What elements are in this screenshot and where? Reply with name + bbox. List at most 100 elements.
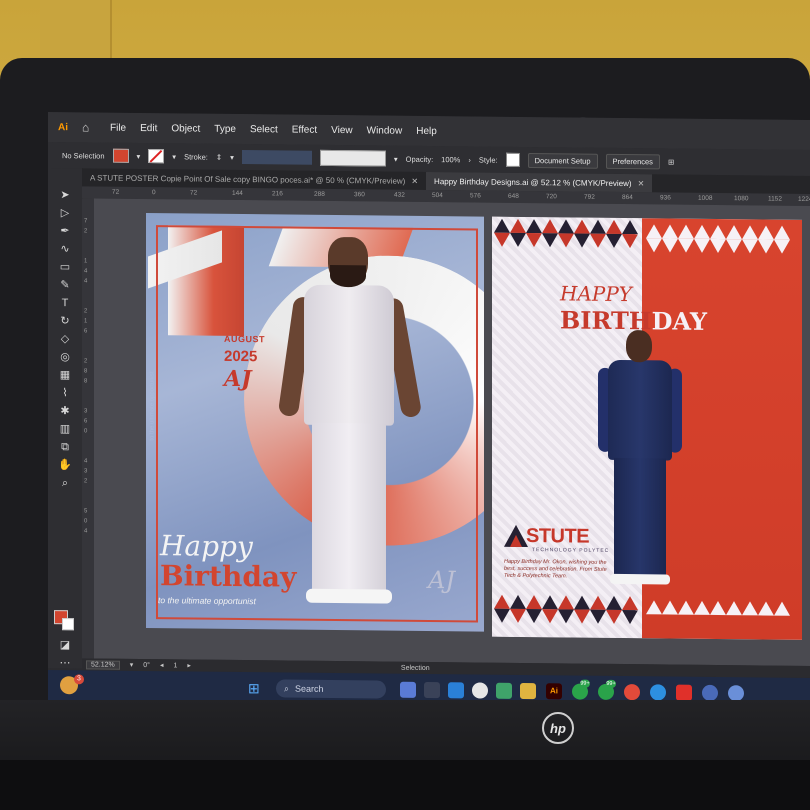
type-tool-icon[interactable]: T bbox=[57, 296, 73, 310]
stroke-swatch[interactable] bbox=[62, 618, 74, 631]
triangle bbox=[542, 233, 558, 248]
artboard-tool-icon[interactable]: ⧉ bbox=[57, 440, 73, 454]
rotate-view-field[interactable]: 0° bbox=[143, 661, 150, 668]
notification-badge: 99+ bbox=[606, 679, 616, 688]
artboard-number-field[interactable]: 1 bbox=[173, 662, 177, 669]
symbol-sprayer-tool-icon[interactable]: ✱ bbox=[57, 404, 73, 418]
notification-badge: 99+ bbox=[580, 679, 590, 688]
ruler-label: 1 bbox=[84, 318, 88, 325]
triangle bbox=[742, 239, 758, 254]
chevron-down-icon[interactable]: ▾ bbox=[172, 152, 176, 161]
vscode-app-icon[interactable] bbox=[448, 682, 464, 699]
opacity-label[interactable]: Opacity: bbox=[406, 154, 434, 163]
github-app-icon[interactable] bbox=[472, 682, 488, 699]
fill-color-swatch[interactable] bbox=[112, 148, 129, 163]
photos-app-icon[interactable] bbox=[400, 681, 416, 698]
eyedropper-tool-icon[interactable]: ⌇ bbox=[57, 386, 73, 400]
artboard-next-icon[interactable]: ▸ bbox=[187, 661, 191, 669]
youtube-app-icon[interactable] bbox=[676, 684, 692, 701]
network-app-icon[interactable] bbox=[728, 685, 744, 702]
opacity-value[interactable]: 100% bbox=[441, 155, 460, 164]
chrome-app-icon[interactable] bbox=[624, 684, 640, 701]
menu-effect[interactable]: Effect bbox=[292, 124, 317, 135]
chevron-down-icon[interactable]: ▾ bbox=[394, 154, 398, 163]
menu-view[interactable]: View bbox=[331, 124, 353, 135]
curvature-tool-icon[interactable]: ∿ bbox=[57, 242, 73, 256]
paintbrush-tool-icon[interactable]: ✎ bbox=[57, 278, 73, 292]
sheets-app-icon[interactable] bbox=[496, 682, 512, 699]
edge-app-icon[interactable] bbox=[650, 684, 666, 701]
graphic-style-swatch[interactable] bbox=[505, 152, 520, 167]
shape-builder-tool-icon[interactable]: ◎ bbox=[57, 350, 73, 364]
style-label: Style: bbox=[478, 155, 498, 165]
menu-window[interactable]: Window bbox=[367, 125, 403, 136]
triangle bbox=[774, 225, 790, 240]
menu-edit[interactable]: Edit bbox=[140, 122, 157, 133]
artboard-prev-icon[interactable]: ◂ bbox=[160, 661, 164, 669]
chat-app-icon[interactable] bbox=[702, 684, 718, 702]
more-tools-icon[interactable]: ⋯ bbox=[57, 656, 73, 670]
ruler-label: 72 bbox=[112, 188, 120, 196]
artboard-canvas[interactable]: to the ultimate opportunist AUGUST 2025 … bbox=[94, 198, 810, 666]
ruler-label: 4 bbox=[84, 528, 88, 535]
app-logo-icon[interactable]: Ai bbox=[58, 122, 68, 133]
triangle bbox=[606, 595, 622, 611]
rectangle-tool-icon[interactable]: ▭ bbox=[57, 260, 73, 274]
poster-happy-birthday[interactable]: HAPPY BIRTHDAY STUTE TECHNOLOGY POLYTEC … bbox=[492, 216, 802, 640]
preferences-button[interactable]: Preferences bbox=[605, 153, 660, 169]
eraser-tool-icon[interactable]: ◇ bbox=[57, 332, 73, 346]
stroke-stepper[interactable]: ⇕ bbox=[216, 152, 222, 161]
triangle bbox=[646, 224, 662, 239]
home-icon[interactable]: ⌂ bbox=[82, 120, 96, 134]
stroke-color-swatch[interactable] bbox=[148, 149, 165, 164]
selection-tool-icon[interactable]: ➤ bbox=[57, 188, 73, 202]
triangle bbox=[510, 218, 526, 234]
brush-definition-dropdown[interactable] bbox=[319, 149, 386, 167]
triangle bbox=[694, 224, 710, 239]
chevron-down-icon[interactable]: ▾ bbox=[130, 661, 134, 669]
triangle bbox=[574, 233, 590, 248]
ruler-label: 2 bbox=[84, 358, 88, 365]
ruler-label: 7 bbox=[84, 218, 88, 225]
triangle bbox=[558, 595, 574, 610]
gradient-tool-icon[interactable]: ▦ bbox=[57, 368, 73, 382]
draw-mode-icon[interactable]: ◪ bbox=[57, 638, 73, 652]
menu-select[interactable]: Select bbox=[250, 124, 278, 135]
hp-logo-icon: hp bbox=[542, 712, 574, 744]
menu-type[interactable]: Type bbox=[214, 123, 236, 134]
tab-happy-birthday[interactable]: Happy Birthday Designs.ai @ 52.12 % (CMY… bbox=[426, 171, 653, 193]
direct-selection-tool-icon[interactable]: ▷ bbox=[57, 206, 73, 220]
chevron-right-icon[interactable]: › bbox=[468, 155, 471, 164]
ruler-label: 1224 bbox=[798, 195, 810, 204]
windows-start-icon[interactable]: ⊞ bbox=[248, 680, 264, 696]
zoom-tool-icon[interactable]: ⌕ bbox=[57, 476, 73, 490]
search-label: Search bbox=[295, 683, 324, 694]
hand-tool-icon[interactable]: ✋ bbox=[57, 458, 73, 472]
menu-object[interactable]: Object bbox=[171, 123, 200, 134]
file-explorer-icon[interactable] bbox=[520, 682, 536, 700]
arrange-documents-icon[interactable]: ⊞ bbox=[668, 157, 674, 166]
ruler-label: 576 bbox=[470, 192, 481, 200]
close-icon[interactable]: ✕ bbox=[638, 179, 645, 188]
poster-birthday-13[interactable]: to the ultimate opportunist AUGUST 2025 … bbox=[146, 213, 484, 632]
menu-help[interactable]: Help bbox=[416, 125, 437, 136]
chevron-down-icon[interactable]: ▾ bbox=[230, 152, 234, 161]
task-view-icon[interactable] bbox=[424, 681, 440, 699]
pen-tool-icon[interactable]: ✒ bbox=[57, 224, 73, 238]
chevron-down-icon[interactable]: ▾ bbox=[137, 151, 141, 160]
taskbar-search[interactable]: ⌕ Search bbox=[276, 679, 386, 699]
stute-logo-subtitle: TECHNOLOGY POLYTEC bbox=[532, 547, 610, 554]
illustrator-app-icon[interactable]: Ai bbox=[546, 683, 562, 700]
graph-tool-icon[interactable]: ▥ bbox=[57, 422, 73, 436]
document-setup-button[interactable]: Document Setup bbox=[527, 152, 598, 169]
menu-file[interactable]: File bbox=[110, 122, 126, 133]
triangle bbox=[662, 238, 678, 253]
variable-width-profile[interactable] bbox=[241, 150, 312, 165]
triangle bbox=[662, 224, 678, 239]
zoom-level-field[interactable]: 52.12% bbox=[86, 659, 120, 670]
tab-label: Happy Birthday Designs.ai @ 52.12 % (CMY… bbox=[434, 176, 632, 188]
triangle-border-top-right-2 bbox=[646, 238, 790, 266]
triangle bbox=[574, 595, 590, 610]
rotate-tool-icon[interactable]: ↻ bbox=[57, 314, 73, 328]
close-icon[interactable]: ✕ bbox=[411, 176, 418, 185]
